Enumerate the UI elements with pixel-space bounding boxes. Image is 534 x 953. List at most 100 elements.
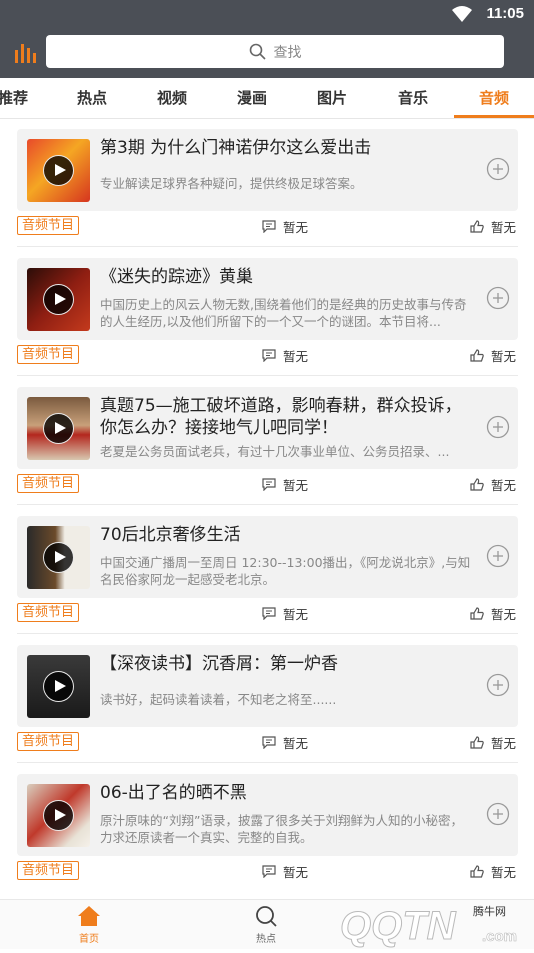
item-thumbnail[interactable] — [27, 268, 90, 331]
list-item[interactable]: 第3期 为什么门神诺伊尔这么爱出击 专业解读足球界各种疑问，提供终极足球答案。 … — [0, 119, 534, 248]
add-icon[interactable] — [486, 157, 510, 181]
thumbs-up-icon — [470, 736, 484, 749]
comment-button[interactable]: 暂无 — [262, 346, 308, 365]
item-title[interactable]: 《迷失的踪迹》黄巢 — [100, 266, 470, 288]
like-button[interactable]: 暂无 — [470, 604, 516, 623]
add-icon[interactable] — [486, 673, 510, 697]
item-thumbnail[interactable] — [27, 139, 90, 202]
nav-hot-label: 热点 — [256, 934, 276, 945]
item-thumbnail[interactable] — [27, 397, 90, 460]
tab-picture[interactable]: 图片 — [304, 78, 360, 118]
list-item[interactable]: 《迷失的踪迹》黄巢 中国历史上的风云人物无数,围绕着他们的是经典的历史故事与传奇… — [0, 248, 534, 377]
like-count: 暂无 — [491, 736, 517, 751]
play-icon[interactable] — [43, 284, 74, 315]
tab-hot[interactable]: 热点 — [64, 78, 120, 118]
comment-button[interactable]: 暂无 — [262, 733, 308, 752]
item-title[interactable]: 【深夜读书】沉香屑：第一炉香 — [100, 653, 470, 675]
comment-button[interactable]: 暂无 — [262, 604, 308, 623]
comment-icon — [262, 349, 276, 362]
comment-count: 暂无 — [283, 349, 309, 364]
item-description: 原汁原味的“刘翔”语录，披露了很多关于刘翔鲜为人知的小秘密，力求还原读者一个真实… — [100, 813, 463, 845]
tab-recommend[interactable]: 推荐 — [0, 78, 40, 118]
nav-hot[interactable]: 热点 — [236, 904, 296, 945]
list-item[interactable]: 06-出了名的晒不黑 原汁原味的“刘翔”语录，披露了很多关于刘翔鲜为人知的小秘密… — [0, 764, 534, 893]
tab-music[interactable]: 音乐 — [385, 78, 441, 118]
comment-count: 暂无 — [283, 607, 309, 622]
tab-comic[interactable]: 漫画 — [224, 78, 280, 118]
status-time: 11:05 — [486, 5, 524, 22]
thumbs-up-icon — [470, 865, 484, 878]
item-thumbnail[interactable] — [27, 784, 90, 847]
status-bar: 11:05 — [0, 0, 534, 30]
comment-button[interactable]: 暂无 — [262, 217, 308, 236]
item-footer: 音频节目 暂无 暂无 — [0, 732, 534, 754]
item-description: 专业解读足球界各种疑问，提供终极足球答案。 — [100, 176, 363, 191]
like-count: 暂无 — [491, 478, 517, 493]
list-item[interactable]: 真题75—施工破坏道路，影响春耕，群众投诉，你怎么办？接接地气儿吧同学！ 老夏是… — [0, 377, 534, 506]
comment-button[interactable]: 暂无 — [262, 475, 308, 494]
comment-count: 暂无 — [283, 478, 309, 493]
top-header: 查找 — [0, 30, 534, 78]
item-card[interactable]: 06-出了名的晒不黑 原汁原味的“刘翔”语录，披露了很多关于刘翔鲜为人知的小秘密… — [17, 774, 518, 856]
item-card[interactable]: 【深夜读书】沉香屑：第一炉香 读书好，起码读着读着，不知老之将至...... — [17, 645, 518, 727]
comment-icon — [262, 478, 276, 491]
category-badge: 音频节目 — [17, 603, 80, 622]
like-button[interactable]: 暂无 — [470, 346, 516, 365]
item-thumbnail[interactable] — [27, 526, 90, 589]
item-thumbnail[interactable] — [27, 655, 90, 718]
category-badge: 音频节目 — [17, 732, 80, 751]
category-badge: 音频节目 — [17, 345, 80, 364]
add-icon[interactable] — [486, 544, 510, 568]
like-count: 暂无 — [491, 220, 517, 235]
item-card[interactable]: 真题75—施工破坏道路，影响春耕，群众投诉，你怎么办？接接地气儿吧同学！ 老夏是… — [17, 387, 518, 469]
like-button[interactable]: 暂无 — [470, 475, 516, 494]
home-icon — [78, 906, 100, 926]
item-title[interactable]: 真题75—施工破坏道路，影响春耕，群众投诉，你怎么办？接接地气儿吧同学！ — [100, 395, 475, 439]
item-footer: 音频节目 暂无 暂无 — [0, 861, 534, 883]
search-placeholder: 查找 — [273, 44, 302, 61]
tab-video[interactable]: 视频 — [144, 78, 200, 118]
play-icon[interactable] — [43, 413, 74, 444]
like-button[interactable]: 暂无 — [470, 217, 516, 236]
divider — [17, 246, 518, 247]
app-logo-icon[interactable] — [14, 40, 38, 64]
play-icon[interactable] — [43, 800, 74, 831]
thumbs-up-icon — [470, 349, 484, 362]
search-icon — [256, 906, 277, 927]
item-description: 中国交通广播周一至周日 12:30--13:00播出，《阿龙说北京》,与知名民俗… — [100, 555, 471, 587]
comment-count: 暂无 — [283, 736, 309, 751]
category-badge: 音频节目 — [17, 474, 80, 493]
like-count: 暂无 — [491, 349, 517, 364]
item-card[interactable]: 《迷失的踪迹》黄巢 中国历史上的风云人物无数,围绕着他们的是经典的历史故事与传奇… — [17, 258, 518, 340]
item-title[interactable]: 06-出了名的晒不黑 — [100, 782, 470, 804]
watermark-logo: QQTN .com 腾牛网 — [330, 895, 534, 949]
comment-button[interactable]: 暂无 — [262, 862, 308, 881]
add-icon[interactable] — [486, 802, 510, 826]
nav-home-label: 首页 — [79, 934, 99, 945]
divider — [17, 375, 518, 376]
item-card[interactable]: 第3期 为什么门神诺伊尔这么爱出击 专业解读足球界各种疑问，提供终极足球答案。 — [17, 129, 518, 211]
item-footer: 音频节目 暂无 暂无 — [0, 345, 534, 367]
tab-audio[interactable]: 音频 — [466, 78, 522, 118]
divider — [17, 504, 518, 505]
like-button[interactable]: 暂无 — [470, 862, 516, 881]
item-title[interactable]: 70后北京奢侈生活 — [100, 524, 470, 546]
like-count: 暂无 — [491, 865, 517, 880]
item-card[interactable]: 70后北京奢侈生活 中国交通广播周一至周日 12:30--13:00播出，《阿龙… — [17, 516, 518, 598]
list-item[interactable]: 【深夜读书】沉香屑：第一炉香 读书好，起码读着读着，不知老之将至...... 音… — [0, 635, 534, 764]
play-icon[interactable] — [43, 155, 74, 186]
like-button[interactable]: 暂无 — [470, 733, 516, 752]
list-item[interactable]: 70后北京奢侈生活 中国交通广播周一至周日 12:30--13:00播出，《阿龙… — [0, 506, 534, 635]
play-icon[interactable] — [43, 542, 74, 573]
add-icon[interactable] — [486, 415, 510, 439]
watermark-domain: .com — [482, 928, 517, 945]
item-title[interactable]: 第3期 为什么门神诺伊尔这么爱出击 — [100, 137, 470, 159]
play-icon[interactable] — [43, 671, 74, 702]
item-description: 老夏是公务员面试老兵，有过十几次事业单位、公务员招录、... — [100, 444, 450, 459]
wifi-icon — [452, 6, 472, 22]
search-input[interactable]: 查找 — [46, 35, 504, 68]
divider — [17, 633, 518, 634]
category-tabs: 推荐 热点 视频 漫画 图片 音乐 音频 — [0, 78, 534, 119]
add-icon[interactable] — [486, 286, 510, 310]
nav-home[interactable]: 首页 — [59, 904, 119, 945]
